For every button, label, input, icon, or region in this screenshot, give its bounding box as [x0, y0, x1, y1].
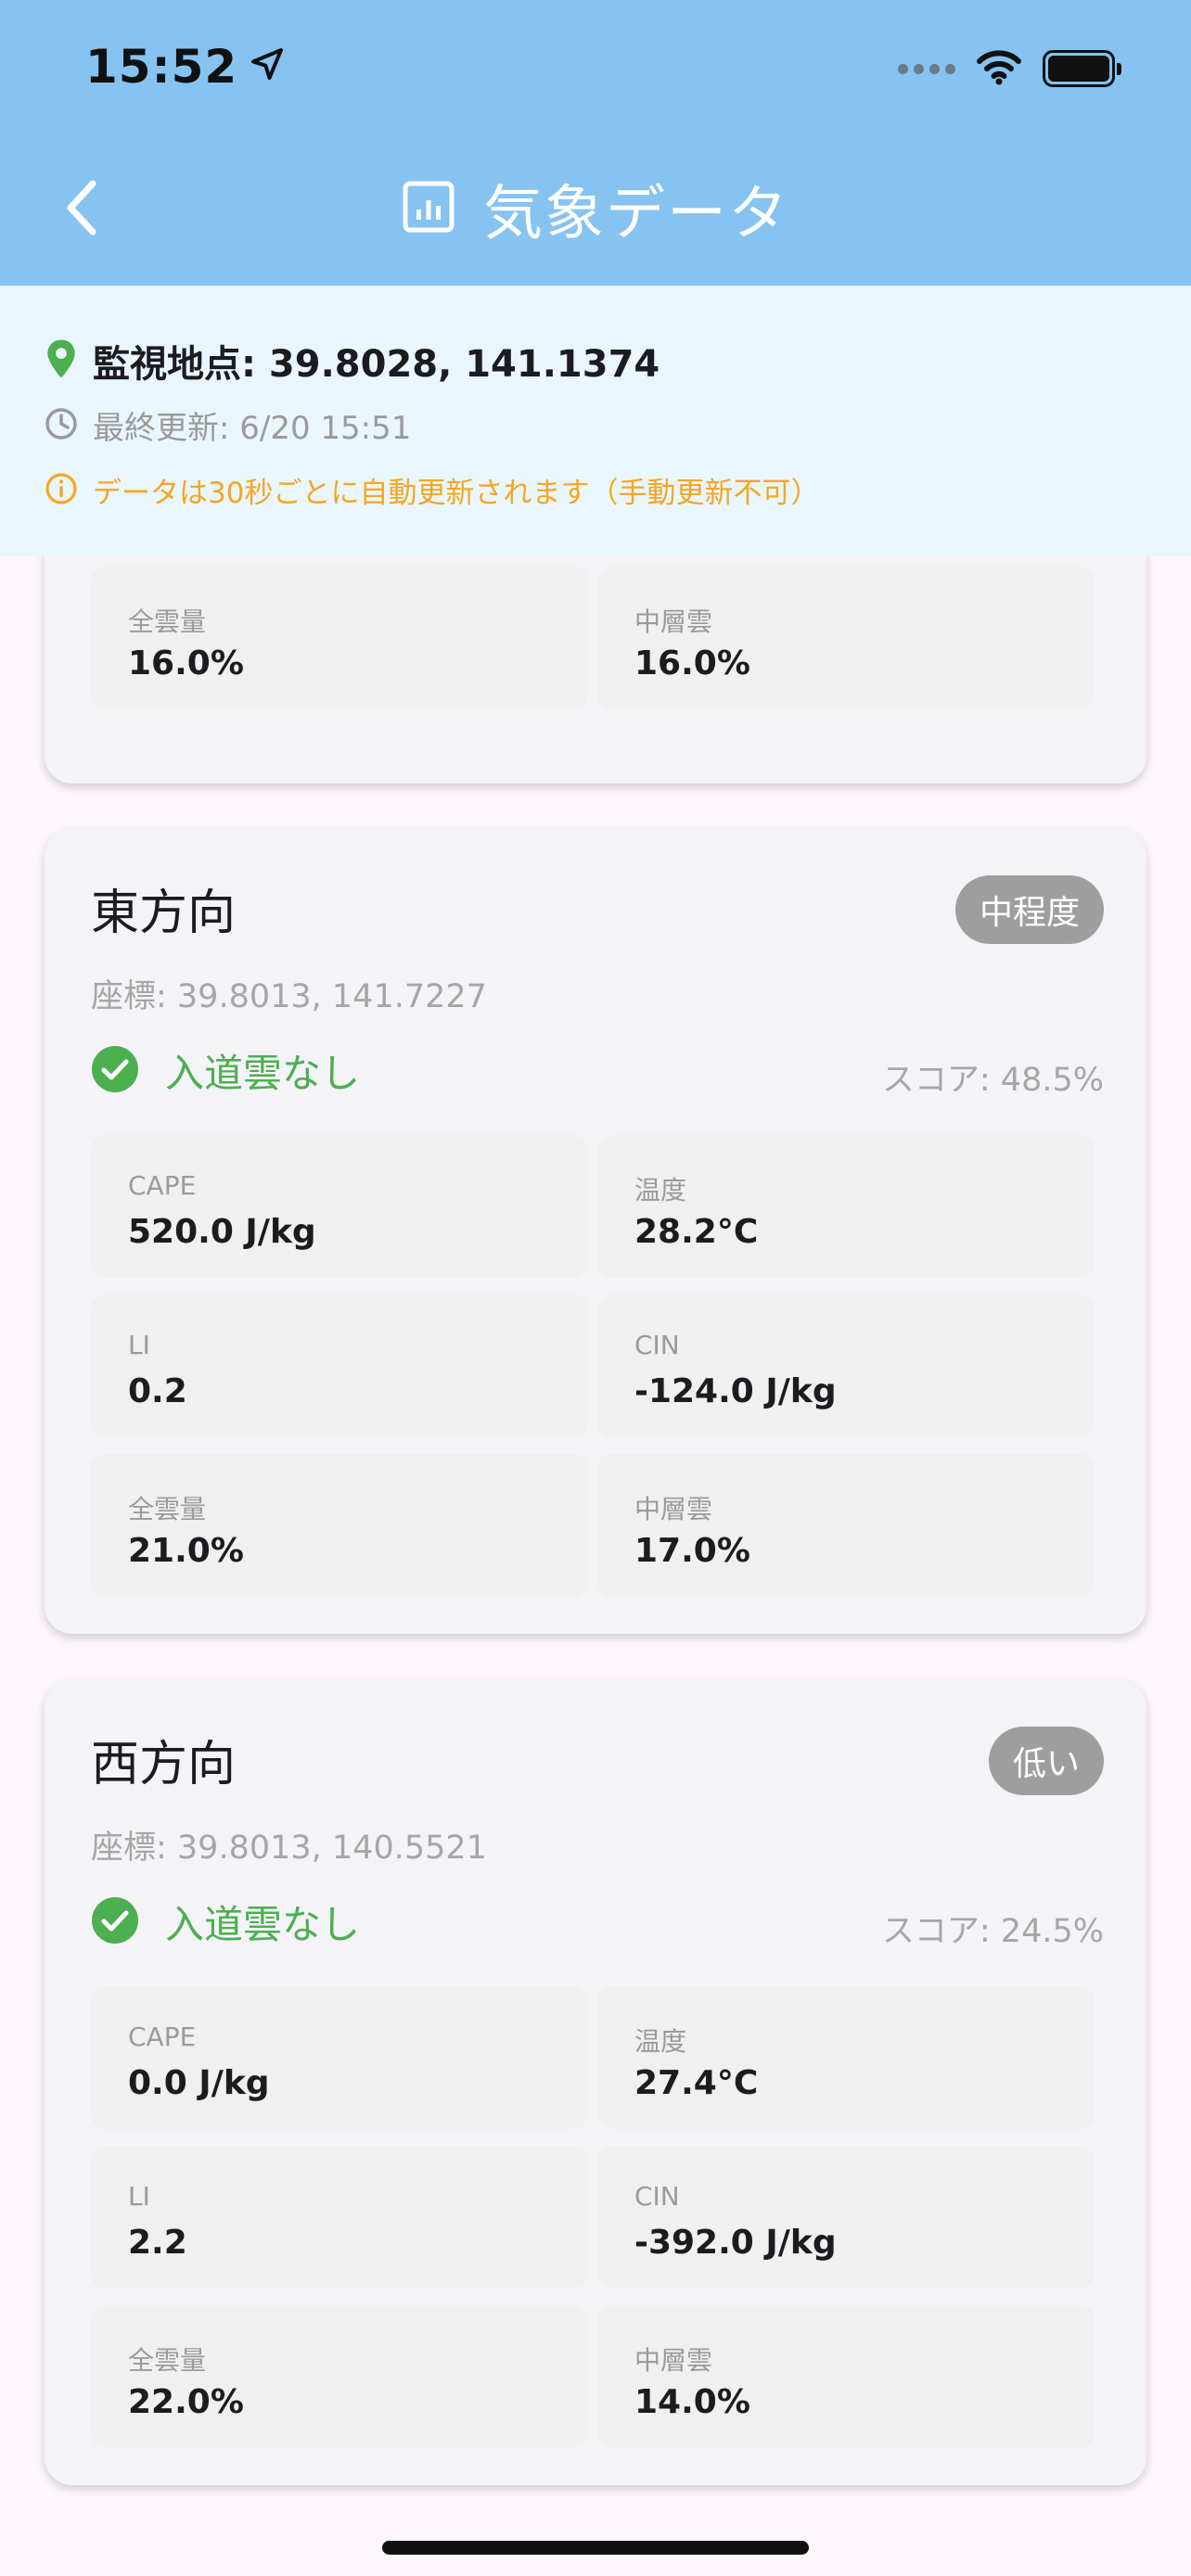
metric-value: 16.0%	[634, 644, 750, 682]
cellular-signal-icon	[898, 63, 955, 74]
auto-update-note: データは30秒ごとに自動更新されます（手動更新不可）	[45, 469, 819, 511]
status-bar-time: 15:52	[85, 37, 286, 96]
last-update-text: 最終更新: 6/20 15:51	[93, 410, 412, 447]
metric-label: 全雲量	[128, 2345, 207, 2376]
card-coordinates: 座標: 39.8013, 140.5521	[91, 1830, 487, 1867]
card-coordinates: 座標: 39.8013, 141.7227	[91, 978, 487, 1015]
cloud-status: 入道雲なし	[91, 1894, 360, 1950]
page-title: 気象データ	[0, 167, 1191, 250]
metric-cape: CAPE 520.0 J/kg	[91, 1135, 588, 1278]
risk-level-badge: 中程度	[954, 875, 1104, 944]
card-title: 西方向	[91, 1737, 237, 1792]
metric-value: 520.0 J/kg	[128, 1213, 316, 1251]
metric-li: LI 2.2	[91, 2146, 588, 2289]
metric-temperature: 温度 27.4°C	[597, 1986, 1095, 2129]
metric-li: LI 0.2	[91, 1294, 588, 1437]
direction-card-east: 東方向 中程度 座標: 39.8013, 141.7227 入道雲なし スコア:…	[45, 829, 1146, 1634]
analytics-icon	[402, 180, 455, 237]
metric-total-cloud: 全雲量 22.0%	[91, 2305, 588, 2448]
direction-card-west: 西方向 低い 座標: 39.8013, 140.5521 入道雲なし スコア: …	[45, 1680, 1146, 2485]
metric-label: LI	[128, 1330, 150, 1360]
metric-mid-cloud: 中層雲 14.0%	[597, 2305, 1095, 2448]
location-arrow-icon	[249, 40, 286, 94]
card-score: スコア: 48.5%	[881, 1062, 1104, 1099]
metric-mid-cloud: 中層雲 17.0%	[597, 1454, 1095, 1597]
metric-value: 28.2°C	[634, 1213, 759, 1251]
check-circle-icon	[91, 1896, 139, 1948]
metric-cin: CIN -124.0 J/kg	[597, 1294, 1095, 1437]
metric-temperature: 温度 28.2°C	[597, 1135, 1095, 1278]
risk-level-badge: 低い	[988, 1727, 1104, 1795]
metric-label: 中層雲	[634, 606, 713, 637]
direction-card: 全雲量 16.0% 中層雲 16.0%	[45, 556, 1146, 784]
metric-label: 温度	[634, 2026, 687, 2057]
metric-mid-cloud: 中層雲 16.0%	[597, 567, 1095, 709]
metric-cape: CAPE 0.0 J/kg	[91, 1986, 588, 2129]
direction-cards-list[interactable]: 全雲量 16.0% 中層雲 16.0% 東方向 中程度 座標: 39.8013,…	[0, 556, 1191, 2576]
monitoring-location: 監視地点: 39.8028, 141.1374	[45, 334, 660, 388]
metric-label: 中層雲	[634, 1494, 713, 1524]
cloud-status: 入道雲なし	[91, 1042, 360, 1099]
metric-value: 0.2	[128, 1372, 187, 1410]
metric-cin: CIN -392.0 J/kg	[597, 2146, 1095, 2289]
metric-value: 14.0%	[634, 2383, 750, 2421]
metric-value: 27.4°C	[634, 2064, 759, 2102]
last-update: 最終更新: 6/20 15:51	[45, 402, 411, 448]
metric-label: 中層雲	[634, 2345, 713, 2376]
metric-value: 17.0%	[634, 1532, 750, 1570]
status-time-text: 15:52	[85, 40, 238, 94]
home-indicator[interactable]	[382, 2541, 809, 2555]
metric-value: 16.0%	[128, 644, 244, 682]
monitoring-info-panel: 監視地点: 39.8028, 141.1374 最終更新: 6/20 15:51…	[0, 286, 1191, 556]
location-text: 監視地点: 39.8028, 141.1374	[93, 343, 660, 386]
clock-icon	[45, 407, 78, 444]
metric-value: 22.0%	[128, 2383, 244, 2421]
card-title: 東方向	[91, 886, 237, 941]
check-circle-icon	[91, 1045, 139, 1097]
cloud-status-label: 入道雲なし	[165, 1051, 361, 1096]
metric-value: -124.0 J/kg	[634, 1372, 837, 1410]
cloud-status-label: 入道雲なし	[165, 1902, 361, 1947]
metric-label: 温度	[634, 1175, 687, 1205]
metric-label: CIN	[634, 1330, 680, 1360]
metric-label: 全雲量	[128, 606, 207, 637]
metric-value: 0.0 J/kg	[128, 2064, 270, 2102]
app-bar: 15:52 気象データ	[0, 0, 1191, 286]
wifi-icon	[976, 48, 1022, 89]
metric-total-cloud: 全雲量 21.0%	[91, 1454, 588, 1597]
metric-total-cloud: 全雲量 16.0%	[91, 567, 588, 709]
battery-icon	[1043, 50, 1121, 87]
auto-update-note-text: データは30秒ごとに自動更新されます（手動更新不可）	[93, 477, 820, 510]
location-pin-icon	[45, 338, 78, 383]
metric-value: -392.0 J/kg	[634, 2224, 837, 2262]
page-title-text: 気象データ	[483, 180, 789, 249]
metric-value: 2.2	[128, 2224, 187, 2262]
status-bar-indicators	[898, 41, 1121, 96]
metric-label: 全雲量	[128, 1494, 207, 1524]
metric-label: CIN	[634, 2181, 680, 2212]
card-score: スコア: 24.5%	[881, 1913, 1104, 1950]
metric-label: CAPE	[128, 1170, 197, 1201]
metric-label: LI	[128, 2181, 150, 2212]
metric-value: 21.0%	[128, 1532, 244, 1570]
metric-label: CAPE	[128, 2021, 197, 2052]
info-icon	[45, 472, 78, 509]
